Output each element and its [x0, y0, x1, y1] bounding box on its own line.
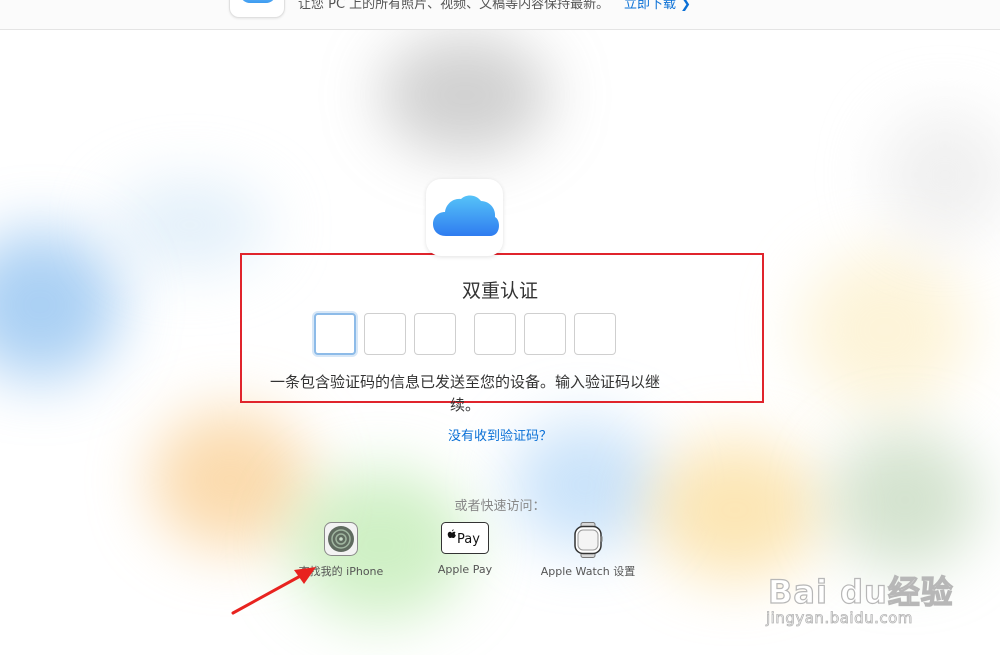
cloud-icon [433, 195, 500, 236]
background-blur [0, 230, 120, 380]
download-now-link[interactable]: 立即下载 ❯ [624, 0, 691, 12]
watermark-brand: Bai du经验 [767, 572, 954, 611]
watermark-url: jingyan.baidu.com [766, 609, 913, 628]
apple-pay-icon-text: Pay [457, 532, 480, 547]
code-digit-3[interactable] [414, 313, 456, 355]
background-blur [380, 35, 550, 155]
code-digit-2[interactable] [364, 313, 406, 355]
download-banner: 让您 PC 上的所有照片、视频、文稿等内容保持最新。 立即下载 ❯ [0, 0, 1000, 30]
icloud-app-icon [229, 0, 285, 18]
apple-watch-label: Apple Watch 设置 [540, 565, 636, 578]
annotation-arrow [231, 567, 316, 615]
background-blur [880, 110, 1000, 240]
icloud-logo [426, 179, 503, 256]
quick-access-label: 或者快速访问： [454, 499, 546, 514]
code-digit-5[interactable] [524, 313, 566, 355]
apple-pay-label: Apple Pay [437, 563, 493, 576]
baidu-watermark: Bai du经验 jingyan.baidu.com [762, 545, 962, 635]
apple-pay-button[interactable]: Pay Apple Pay [395, 522, 535, 582]
apple-watch-icon [574, 522, 603, 558]
code-digit-4[interactable] [474, 313, 516, 355]
apple-pay-icon: Pay [441, 522, 489, 554]
background-blur [800, 250, 970, 410]
two-factor-title: 双重认证 [461, 280, 538, 302]
find-my-iphone-icon [324, 522, 358, 556]
code-digit-6[interactable] [574, 313, 616, 355]
apple-watch-setup-button[interactable]: Apple Watch 设置 [518, 522, 658, 582]
code-digit-1[interactable] [314, 313, 356, 355]
banner-text: 让您 PC 上的所有照片、视频、文稿等内容保持最新。 [298, 0, 610, 12]
verification-message: 一条包含验证码的信息已发送至您的设备。输入验证码以继续。 [269, 373, 660, 414]
no-code-received-link[interactable]: 没有收到验证码？ [0, 425, 1000, 444]
